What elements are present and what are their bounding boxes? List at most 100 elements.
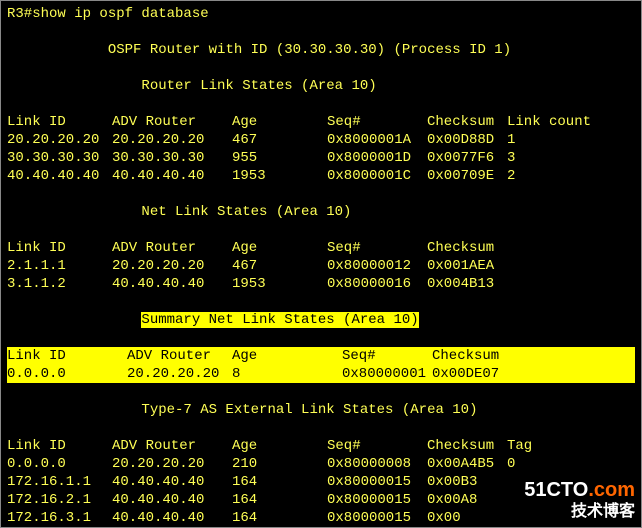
col-age: Age bbox=[232, 347, 342, 365]
col-adv: ADV Router bbox=[127, 347, 232, 365]
blank-line bbox=[7, 185, 635, 203]
table-row: 172.16.2.140.40.40.401640x800000150x00A8 bbox=[7, 491, 635, 509]
section-title-net: Net Link States (Area 10) bbox=[7, 203, 635, 221]
command-prompt: R3#show ip ospf database bbox=[7, 5, 635, 23]
cell-link: 0.0.0.0 bbox=[7, 455, 112, 473]
section-title-text: Summary Net Link States (Area 10) bbox=[141, 312, 418, 328]
blank-line bbox=[7, 221, 635, 239]
cell-adv: 40.40.40.40 bbox=[112, 491, 232, 509]
blank-line bbox=[7, 293, 635, 311]
ospf-header-text: OSPF Router with ID (30.30.30.30) (Proce… bbox=[108, 42, 511, 58]
table-row: 0.0.0.020.20.20.202100x800000080x00A4B50 bbox=[7, 455, 635, 473]
table-row: 172.16.3.140.40.40.401640x800000150x00 bbox=[7, 509, 635, 527]
cell-seq: 0x8000001A bbox=[327, 131, 427, 149]
table-row: 172.16.1.140.40.40.401640x800000150x00B3 bbox=[7, 473, 635, 491]
cell-seq: 0x80000015 bbox=[327, 509, 427, 527]
cell-link: 30.30.30.30 bbox=[7, 149, 112, 167]
cell-age: 467 bbox=[232, 131, 327, 149]
section-title-text: Router Link States (Area 10) bbox=[141, 78, 376, 94]
cell-seq: 0x80000016 bbox=[327, 275, 427, 293]
table-row: 30.30.30.3030.30.30.309550x8000001D0x007… bbox=[7, 149, 635, 167]
cell-adv: 40.40.40.40 bbox=[112, 167, 232, 185]
cell-seq: 0x80000015 bbox=[327, 473, 427, 491]
col-link: Link ID bbox=[7, 239, 112, 257]
cell-adv: 40.40.40.40 bbox=[112, 473, 232, 491]
table-header-router: Link IDADV RouterAgeSeq#ChecksumLink cou… bbox=[7, 113, 635, 131]
cell-chk: 0x00A4B5 bbox=[427, 455, 507, 473]
cell-chk: 0x00A8 bbox=[427, 491, 507, 509]
col-adv: ADV Router bbox=[112, 239, 232, 257]
cell-adv: 20.20.20.20 bbox=[127, 365, 232, 383]
cell-adv: 30.30.30.30 bbox=[112, 149, 232, 167]
col-seq: Seq# bbox=[327, 113, 427, 131]
table-row: 3.1.1.240.40.40.4019530x800000160x004B13 bbox=[7, 275, 635, 293]
table-row: 2.1.1.120.20.20.204670x800000120x001AEA bbox=[7, 257, 635, 275]
cell-extra: 0 bbox=[507, 455, 515, 473]
cell-link: 172.16.2.1 bbox=[7, 491, 112, 509]
cell-age: 8 bbox=[232, 365, 342, 383]
cell-age: 164 bbox=[232, 473, 327, 491]
col-extra: Link count bbox=[507, 113, 591, 131]
col-seq: Seq# bbox=[342, 347, 432, 365]
cell-link: 172.16.3.1 bbox=[7, 509, 112, 527]
col-chk: Checksum bbox=[427, 239, 507, 257]
cell-age: 164 bbox=[232, 491, 327, 509]
cell-link: 20.20.20.20 bbox=[7, 131, 112, 149]
cell-adv: 20.20.20.20 bbox=[112, 131, 232, 149]
table-header-net: Link IDADV RouterAgeSeq#Checksum bbox=[7, 239, 635, 257]
cell-age: 955 bbox=[232, 149, 327, 167]
table-row: 40.40.40.4040.40.40.4019530x8000001C0x00… bbox=[7, 167, 635, 185]
cell-extra: 2 bbox=[507, 167, 515, 185]
col-adv: ADV Router bbox=[112, 113, 232, 131]
cell-chk: 0x00 bbox=[427, 509, 507, 527]
cell-seq: 0x80000001 bbox=[342, 365, 432, 383]
section-title-text: Net Link States (Area 10) bbox=[141, 204, 351, 220]
cell-chk: 0x00709E bbox=[427, 167, 507, 185]
cell-chk: 0x00B3 bbox=[427, 473, 507, 491]
cell-age: 1953 bbox=[232, 167, 327, 185]
col-seq: Seq# bbox=[327, 437, 427, 455]
cell-seq: 0x8000001D bbox=[327, 149, 427, 167]
col-link: Link ID bbox=[7, 347, 127, 365]
cell-age: 1953 bbox=[232, 275, 327, 293]
cell-seq: 0x80000008 bbox=[327, 455, 427, 473]
cell-link: 2.1.1.1 bbox=[7, 257, 112, 275]
cell-age: 164 bbox=[232, 509, 327, 527]
cell-age: 210 bbox=[232, 455, 327, 473]
cell-seq: 0x80000015 bbox=[327, 491, 427, 509]
cell-adv: 40.40.40.40 bbox=[112, 509, 232, 527]
col-age: Age bbox=[232, 113, 327, 131]
col-seq: Seq# bbox=[327, 239, 427, 257]
blank-line bbox=[7, 419, 635, 437]
table-header-type7: Link IDADV RouterAgeSeq#ChecksumTag bbox=[7, 437, 635, 455]
cell-chk: 0x0077F6 bbox=[427, 149, 507, 167]
cell-chk: 0x00D88D bbox=[427, 131, 507, 149]
blank-line bbox=[7, 95, 635, 113]
col-extra: Tag bbox=[507, 437, 532, 455]
section-title-router: Router Link States (Area 10) bbox=[7, 77, 635, 95]
cell-chk: 0x00DE07 bbox=[432, 365, 499, 383]
blank-line bbox=[7, 23, 635, 41]
ospf-header: OSPF Router with ID (30.30.30.30) (Proce… bbox=[7, 41, 635, 59]
blank-line bbox=[7, 383, 635, 401]
col-age: Age bbox=[232, 437, 327, 455]
cell-chk: 0x004B13 bbox=[427, 275, 507, 293]
cell-link: 40.40.40.40 bbox=[7, 167, 112, 185]
blank-line bbox=[7, 59, 635, 77]
col-link: Link ID bbox=[7, 437, 112, 455]
section-title-summary: Summary Net Link States (Area 10) bbox=[7, 311, 635, 329]
table-row: 20.20.20.2020.20.20.204670x8000001A0x00D… bbox=[7, 131, 635, 149]
cell-extra: 1 bbox=[507, 131, 515, 149]
cell-link: 0.0.0.0 bbox=[7, 365, 127, 383]
section-title-text: Type-7 AS External Link States (Area 10) bbox=[141, 402, 477, 418]
cell-adv: 20.20.20.20 bbox=[112, 455, 232, 473]
cell-extra: 3 bbox=[507, 149, 515, 167]
cell-adv: 20.20.20.20 bbox=[112, 257, 232, 275]
cell-seq: 0x8000001C bbox=[327, 167, 427, 185]
cell-link: 3.1.1.2 bbox=[7, 275, 112, 293]
table-row: 0.0.0.020.20.20.2080x800000010x00DE07 bbox=[7, 365, 635, 383]
cell-seq: 0x80000012 bbox=[327, 257, 427, 275]
col-age: Age bbox=[232, 239, 327, 257]
col-chk: Checksum bbox=[427, 437, 507, 455]
section-title-type7: Type-7 AS External Link States (Area 10) bbox=[7, 401, 635, 419]
